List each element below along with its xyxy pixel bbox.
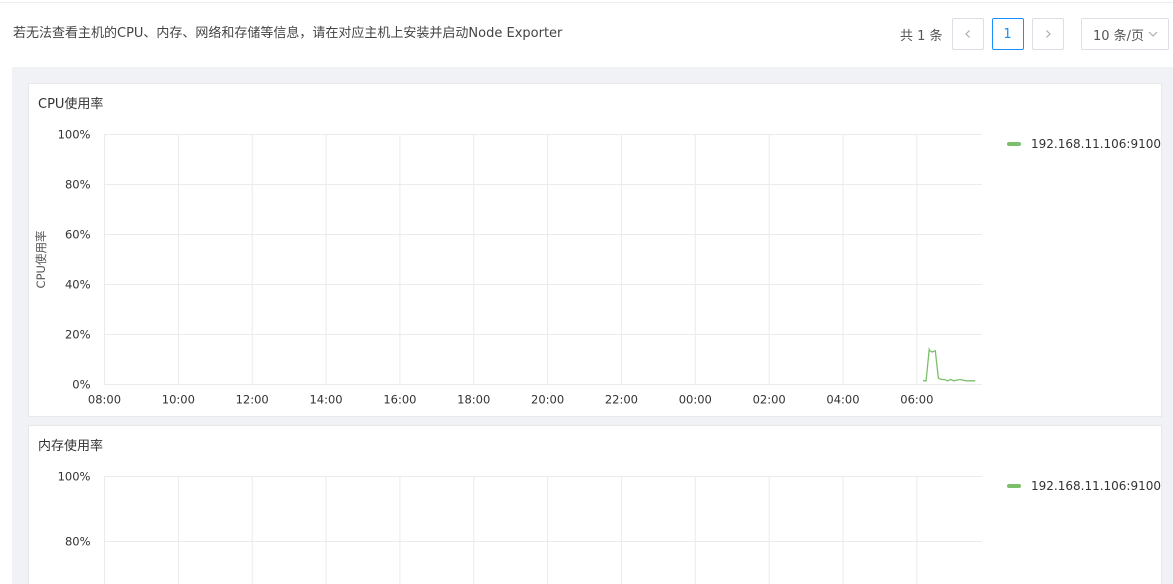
chevron-right-icon <box>1045 30 1051 38</box>
x-tick-label: 12:00 <box>236 393 269 407</box>
prev-page-button[interactable] <box>951 18 984 50</box>
memory-usage-chart: 100% 80% <box>58 470 982 584</box>
series-line <box>923 347 976 382</box>
next-page-button[interactable] <box>1031 18 1064 50</box>
cpu-usage-card: CPU使用率 08:00 10:00 12:00 14:00 16:00 18:00 20:… <box>28 83 1162 417</box>
cpu-legend-swatch <box>1007 142 1021 146</box>
x-tick-label: 02:00 <box>753 393 786 407</box>
y-tick-label: 60% <box>65 228 91 242</box>
memory-legend[interactable]: 192.168.11.106:9100 <box>1007 479 1161 493</box>
y-tick-label: 40% <box>65 278 91 292</box>
y-tick-label: 80% <box>65 535 91 549</box>
x-tick-label: 20:00 <box>531 393 564 407</box>
y-tick-label: 100% <box>58 470 91 484</box>
top-divider <box>0 2 1173 3</box>
y-tick-label: 20% <box>65 328 91 342</box>
page-size-value: 10 条/页 <box>1093 28 1145 44</box>
cpu-legend-label: 192.168.11.106:9100 <box>1031 137 1162 151</box>
memory-legend-swatch <box>1007 484 1021 488</box>
page-size-select[interactable]: 10 条/页 <box>1081 18 1169 50</box>
x-tick-label: 04:00 <box>826 393 859 407</box>
x-tick-label: 08:00 <box>88 393 121 407</box>
y-tick-label: 0% <box>72 378 90 392</box>
memory-legend-label: 192.168.11.106:9100 <box>1031 479 1162 493</box>
x-tick-label: 22:00 <box>605 393 638 407</box>
total-count: 共 1 条 <box>900 28 943 44</box>
cpu-legend[interactable]: 192.168.11.106:9100 <box>1007 137 1161 151</box>
y-tick-label: 100% <box>58 128 91 142</box>
page-number-button[interactable]: 1 <box>991 18 1024 50</box>
x-tick-label: 16:00 <box>383 393 416 407</box>
x-tick-label: 18:00 <box>457 393 490 407</box>
cpu-usage-chart: 08:00 10:00 12:00 14:00 16:00 18:00 20:00 22:00… <box>34 128 982 407</box>
x-tick-label: 10:00 <box>162 393 195 407</box>
chevron-down-icon <box>1148 31 1158 37</box>
x-tick-label: 06:00 <box>900 393 933 407</box>
exporter-notice: 若无法查看主机的CPU、内存、网络和存储等信息，请在对应主机上安装并启动Node… <box>13 26 563 41</box>
x-tick-label: 14:00 <box>309 393 342 407</box>
pagination: 共 1 条 1 <box>900 18 1072 50</box>
y-axis-label: CPU使用率 <box>34 231 48 289</box>
chevron-left-icon <box>964 30 970 38</box>
memory-usage-card: 内存使用率 100% 80% 192.168.11.106:9100 <box>28 425 1162 584</box>
y-tick-label: 80% <box>65 178 91 192</box>
x-tick-label: 00:00 <box>679 393 712 407</box>
